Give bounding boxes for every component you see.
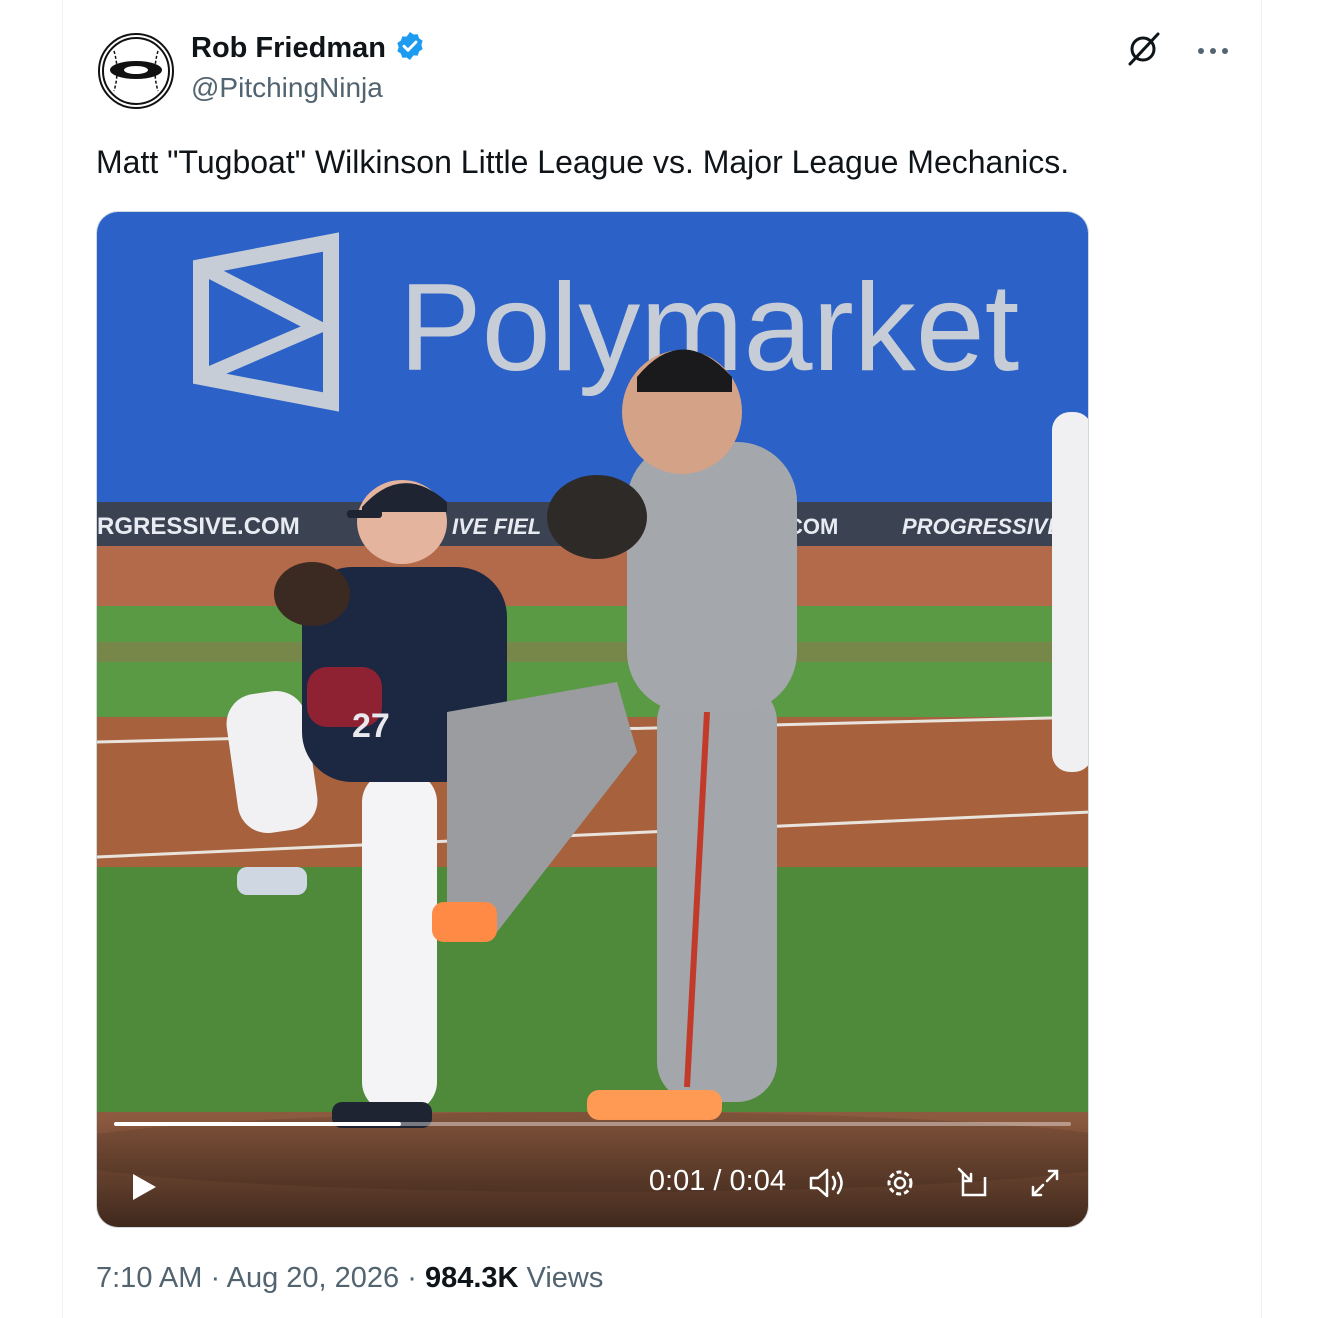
video-current-time: 0:01 <box>648 1165 706 1197</box>
video-player[interactable]: Polymarket RGRESSIVE.COM IVE FIEL PR COM… <box>96 211 1089 1228</box>
verified-badge-icon <box>394 30 426 67</box>
avatar[interactable] <box>98 33 174 109</box>
fullscreen-icon[interactable] <box>1027 1165 1063 1201</box>
video-time-separator: / <box>713 1165 722 1197</box>
views-label: Views <box>526 1262 604 1294</box>
volume-icon[interactable] <box>807 1165 847 1201</box>
more-icon[interactable] <box>1196 43 1230 61</box>
video-progress-fill <box>114 1122 402 1126</box>
user-name-row[interactable]: Rob Friedman <box>191 30 426 67</box>
tweet-meta: 7:10 AM · Aug 20, 2026 · 984.3K Views <box>96 1262 603 1295</box>
tweet-time[interactable]: 7:10 AM <box>96 1262 202 1294</box>
views-count: 984.3K <box>424 1262 519 1294</box>
video-frame: Polymarket RGRESSIVE.COM IVE FIEL PR COM… <box>97 212 1088 1227</box>
settings-icon[interactable] <box>882 1165 918 1201</box>
sign-mid1: IVE FIEL <box>452 514 541 539</box>
tweet-date[interactable]: Aug 20, 2026 <box>227 1262 400 1294</box>
jersey-number: 27 <box>352 707 390 745</box>
tweet-text: Matt "Tugboat" Wilkinson Little League v… <box>96 144 1070 180</box>
user-name[interactable]: Rob Friedman <box>191 32 386 65</box>
user-handle[interactable]: @PitchingNinja <box>191 72 383 104</box>
meta-separator: · <box>407 1262 417 1294</box>
video-controls-overlay <box>97 1117 1088 1227</box>
video-time: 0:01 / 0:04 <box>649 1165 786 1198</box>
baseball-ninja-logo <box>102 37 170 105</box>
play-icon[interactable] <box>129 1172 159 1202</box>
sign-left: RGRESSIVE.COM <box>97 513 300 540</box>
video-progress-bar[interactable] <box>114 1122 1071 1126</box>
meta-separator: · <box>210 1262 221 1294</box>
video-duration: 0:04 <box>729 1165 786 1197</box>
grok-icon[interactable] <box>1124 30 1162 73</box>
pip-icon[interactable] <box>955 1165 991 1201</box>
